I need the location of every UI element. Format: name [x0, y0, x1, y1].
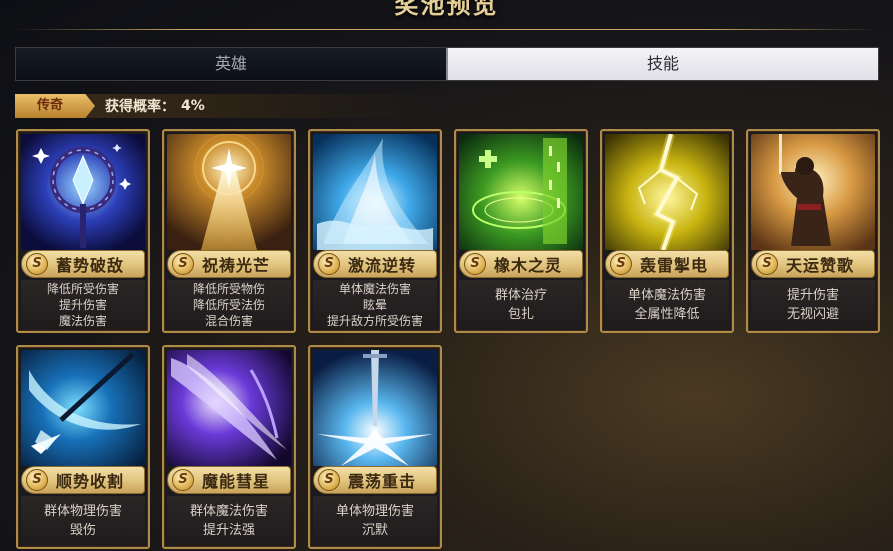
rate-label: 获得概率：	[105, 99, 175, 115]
tab-skills[interactable]: 技能	[446, 48, 878, 80]
skill-effect: 包扎	[507, 307, 534, 322]
skill-effect: 群体魔法伤害	[189, 504, 268, 519]
rarity-badge: 传奇	[15, 94, 95, 118]
skill-effects: 单体魔法伤害 全属性降低	[605, 280, 729, 330]
sword-impact-icon	[313, 350, 437, 466]
skill-name: 天运赞歌	[786, 256, 855, 275]
skill-effect: 提升伤害	[786, 288, 839, 303]
skill-effect: 单体魔法伤害	[627, 288, 706, 303]
skill-card[interactable]: S 激流逆转 单体魔法伤害 眩晕 提升敌方所受伤害	[308, 129, 442, 333]
nature-rune-icon	[459, 134, 583, 250]
grade-badge: S	[318, 469, 340, 491]
rate-value: 4%	[181, 98, 205, 114]
skill-effect: 群体物理伤害	[43, 504, 122, 519]
skill-card[interactable]: S 天运赞歌 提升伤害 无视闪避	[746, 129, 880, 333]
skill-effect: 魔法伤害	[58, 314, 107, 328]
grade-badge: S	[172, 253, 194, 275]
skill-effects: 提升伤害 无视闪避	[751, 280, 875, 330]
skill-effect: 毁伤	[69, 523, 96, 538]
page-title: 奖池预览	[394, 0, 499, 19]
skill-card[interactable]: S 顺势收割 群体物理伤害 毁伤	[16, 345, 150, 549]
rarity-rate-bar: 传奇 获得概率： 4%	[15, 94, 435, 118]
skill-effect: 降低所受伤害	[46, 282, 119, 296]
skill-effect: 降低所受法伤	[192, 298, 265, 312]
skill-name: 激流逆转	[348, 256, 417, 275]
skill-effect: 提升敌方所受伤害	[326, 314, 423, 328]
skill-card[interactable]: S 魔能彗星 群体魔法伤害 提升法强	[162, 345, 296, 549]
skill-effect: 单体魔法伤害	[338, 282, 411, 296]
grade-badge: S	[464, 253, 486, 275]
skill-effects: 群体物理伤害 毁伤	[21, 496, 145, 546]
skill-name: 橡木之灵	[494, 256, 563, 275]
grade-badge: S	[318, 253, 340, 275]
skill-card[interactable]: S 橡木之灵 群体治疗 包扎	[454, 129, 588, 333]
skill-effects: 降低所受伤害 提升伤害 魔法伤害	[21, 280, 145, 330]
skill-effect: 沉默	[361, 523, 388, 538]
raised-sword-knight-icon	[751, 134, 875, 250]
skill-effects: 单体物理伤害 沉默	[313, 496, 437, 546]
skill-name-plate: S 魔能彗星	[167, 466, 291, 494]
skill-effect: 降低所受物伤	[192, 282, 265, 296]
skill-name-plate: S 激流逆转	[313, 250, 437, 278]
scythe-slash-icon	[21, 350, 145, 466]
skill-card[interactable]: S 轰雷掣电 单体魔法伤害 全属性降低	[600, 129, 734, 333]
skill-name-plate: S 震荡重击	[313, 466, 437, 494]
skill-effect: 单体物理伤害	[335, 504, 414, 519]
tab-bar: 英雄 技能	[15, 47, 879, 81]
skill-effect: 混合伤害	[204, 314, 253, 328]
skill-effect: 提升法强	[202, 523, 255, 538]
skill-name-plate: S 轰雷掣电	[605, 250, 729, 278]
skill-effects: 降低所受物伤 降低所受法伤 混合伤害	[167, 280, 291, 330]
skill-name-plate: S 蓄势破敌	[21, 250, 145, 278]
skill-effect: 群体治疗	[494, 288, 547, 303]
grade-badge: S	[172, 469, 194, 491]
grade-badge: S	[756, 253, 778, 275]
skill-effects: 群体魔法伤害 提升法强	[167, 496, 291, 546]
skill-name-plate: S 天运赞歌	[751, 250, 875, 278]
magic-comet-icon	[167, 350, 291, 466]
skill-name-plate: S 祝祷光芒	[167, 250, 291, 278]
title-divider	[14, 29, 878, 30]
skill-name: 蓄势破敌	[56, 256, 125, 275]
skill-name-plate: S 橡木之灵	[459, 250, 583, 278]
skill-effects: 群体治疗 包扎	[459, 280, 583, 330]
skill-effect: 全属性降低	[634, 307, 700, 322]
skill-effect: 提升伤害	[58, 298, 107, 312]
skill-effect: 眩晕	[362, 298, 387, 312]
skill-effect: 无视闪避	[786, 307, 839, 322]
skill-card[interactable]: S 蓄势破敌 降低所受伤害 提升伤害 魔法伤害	[16, 129, 150, 333]
grade-badge: S	[26, 469, 48, 491]
grade-badge: S	[26, 253, 48, 275]
skill-card[interactable]: S 震荡重击 单体物理伤害 沉默	[308, 345, 442, 549]
skill-card[interactable]: S 祝祷光芒 降低所受物伤 降低所受法伤 混合伤害	[162, 129, 296, 333]
tab-heroes[interactable]: 英雄	[16, 48, 446, 80]
lightning-bolt-icon	[605, 134, 729, 250]
water-torrent-icon	[313, 134, 437, 250]
holy-light-beam-icon	[167, 134, 291, 250]
grade-badge: S	[610, 253, 632, 275]
skill-effects: 单体魔法伤害 眩晕 提升敌方所受伤害	[313, 280, 437, 330]
crystal-staff-icon	[21, 134, 145, 250]
skill-name: 轰雷掣电	[640, 256, 709, 275]
skill-name: 震荡重击	[348, 472, 417, 491]
skill-name: 顺势收割	[56, 472, 125, 491]
skill-name: 祝祷光芒	[202, 256, 271, 275]
skill-name-plate: S 顺势收割	[21, 466, 145, 494]
skill-name: 魔能彗星	[202, 472, 271, 491]
